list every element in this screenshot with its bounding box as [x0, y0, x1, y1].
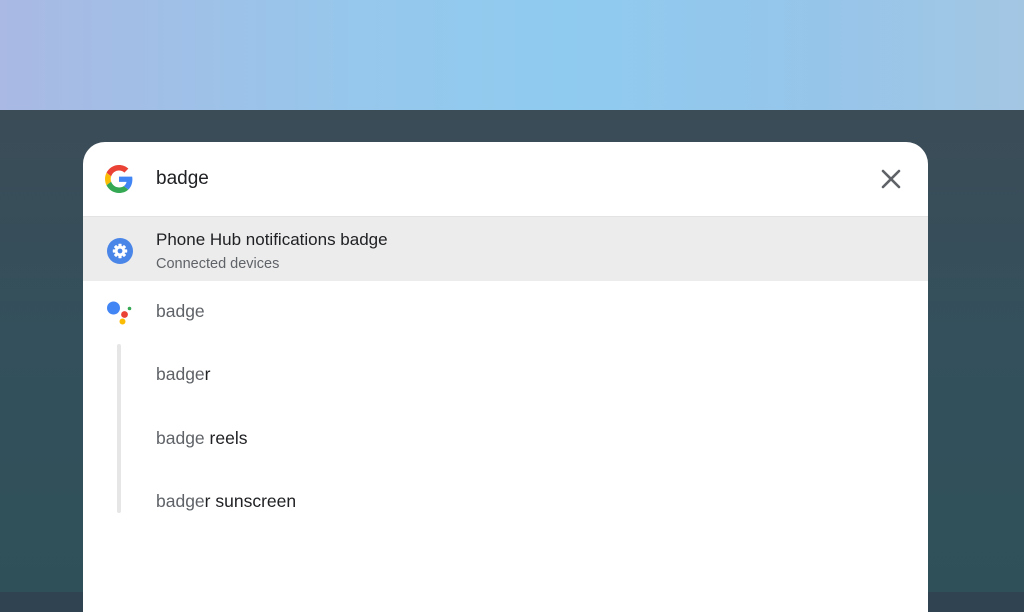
google-assistant-icon — [107, 301, 132, 325]
suggestion-completion-text: r — [204, 364, 211, 384]
assistant-query-text: badge — [156, 301, 205, 321]
suggestion-item[interactable]: badge reels — [83, 408, 928, 472]
search-suggestions: badger badge reels badger sunscreen — [83, 344, 928, 535]
search-bar — [83, 142, 928, 217]
assistant-suggestion[interactable]: badge — [83, 281, 928, 344]
suggestion-item[interactable]: badger sunscreen — [83, 471, 928, 535]
suggestion-query-text: badge — [156, 491, 205, 511]
wallpaper — [0, 0, 1024, 110]
settings-gear-icon — [107, 238, 133, 264]
suggestion-item[interactable]: badger — [83, 344, 928, 408]
result-title: Phone Hub notifications badge — [156, 230, 388, 249]
suggestion-query-text: badge — [156, 364, 205, 384]
result-row-phone-hub[interactable]: Phone Hub notifications badge Connected … — [83, 217, 928, 281]
suggestion-query-text: badge — [156, 427, 205, 448]
search-input[interactable] — [156, 164, 836, 194]
google-g-icon — [105, 165, 133, 193]
result-subtitle: Connected devices — [156, 256, 280, 272]
suggestion-completion-text: reels — [204, 427, 248, 448]
suggestion-completion-text: r sunscreen — [204, 491, 297, 511]
launcher-search-panel: Phone Hub notifications badge Connected … — [83, 142, 928, 612]
close-icon[interactable] — [876, 164, 906, 194]
